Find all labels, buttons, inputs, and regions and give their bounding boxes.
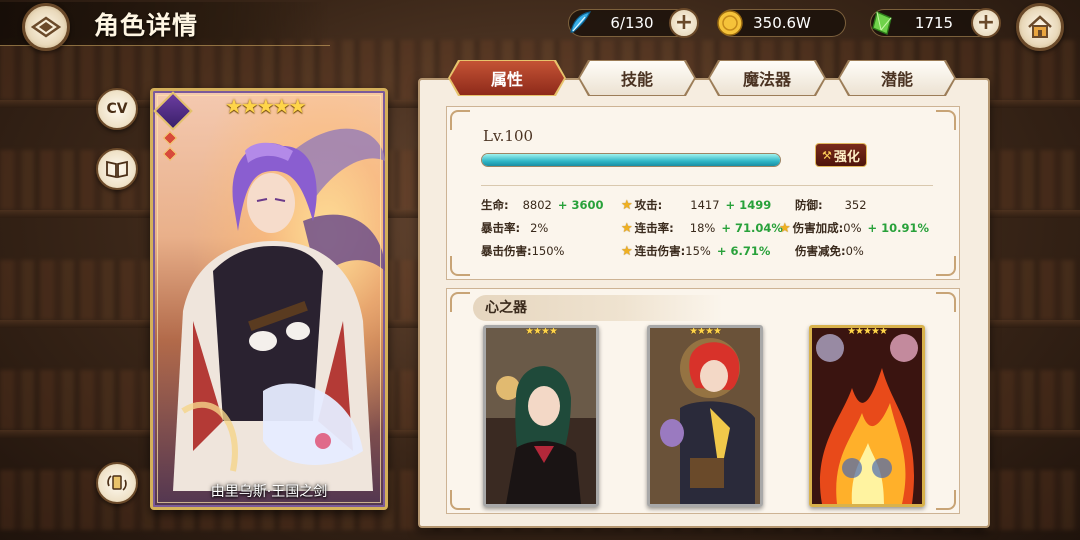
heart-card-stars: ★★★★★ [847,326,888,337]
cv-voice-button[interactable]: CV [96,88,138,130]
heart-card-stars: ★★★★ [689,326,722,337]
profile-book-button[interactable] [96,148,138,190]
heart-card-1[interactable]: ★★★★ [483,325,599,507]
back-button[interactable] [22,3,70,51]
house-icon [1028,15,1052,38]
stamina-add-button[interactable]: + [669,8,699,38]
stat-defense: 防御: 352 [795,198,867,212]
stamina-counter: 6/130 + [568,8,699,38]
star-icon: ★ [621,197,633,213]
heart-card-2[interactable]: ★★★★ [647,325,763,507]
tab-attributes-frame: 属性 [448,60,566,96]
red-haired-man-card [650,328,760,504]
stat-hp: 生命: 8802 + 3600 [481,198,604,212]
tab-skills[interactable]: 技能 [580,61,694,95]
heart-vessel-title: 心之器 [473,295,723,321]
stat-crit-rate: 暴击率: 2% [481,221,549,235]
top-header: 角色详情 6/130 + 350.6W 1715 + [0,0,1080,51]
star-icon: ★ [779,220,791,236]
heart-card-stars: ★★★★ [525,326,558,337]
fire-twins-card [812,328,922,504]
hammer-icon: ⚒ [822,148,832,162]
tab-magic-items-frame: 魔法器 [708,60,826,96]
green-crystal-icon [865,6,899,40]
tab-potential[interactable]: 潜能 [840,61,954,95]
diamond-back-icon [31,16,61,38]
star-icon: ★ [621,220,633,236]
enhance-button[interactable]: ⚒ 强化 [815,143,867,167]
character-name: 由里乌斯·王国之剑 [210,484,328,500]
gold-counter: 350.6W [717,9,846,37]
exp-bar-fill [482,154,780,166]
level-label: Lv.100 [483,127,534,145]
tab-potential-frame: 潜能 [838,60,956,96]
attributes-section: Lv.100 ⚒ 强化 生命: 8802 + 3600 ★ 攻击: 1417 +… [446,106,960,280]
enhance-label: 强化 [833,149,860,165]
heart-card-3[interactable]: ★★★★★ [809,325,925,507]
blue-feather-icon [563,6,597,40]
home-button[interactable] [1016,3,1064,51]
stat-damage-reduction: 伤害减免: 0% [795,244,864,258]
gem-counter: 1715 + [870,8,1001,38]
gold-coin-icon [713,6,747,40]
stat-combo-damage: ★ 连击伤害: 15% + 6.71% [621,243,771,259]
exp-bar [481,153,781,167]
stat-damage-bonus: ★ 伤害加成: 0% + 10.91% [779,220,930,236]
heart-vessel-section: 心之器 ★★★★ ★★★★ ★★★★★ [446,288,960,514]
divider [481,185,933,186]
gem-add-button[interactable]: + [971,8,1001,38]
stat-crit-damage: 暴击伤害: 150% [481,244,565,258]
stat-attack: ★ 攻击: 1417 + 1499 [621,197,772,213]
cv-label: CV [106,101,128,117]
green-haired-woman-card [486,328,596,504]
character-card[interactable]: ★★★★★ 由里乌斯·王国之剑 [150,88,388,510]
swap-card-button[interactable] [96,462,138,504]
stat-combo-rate: ★ 连击率: 18% + 71.04% [621,220,783,236]
book-icon [106,160,128,179]
card-inner-frame [157,95,381,503]
card-gem-icons [162,130,178,165]
tab-attributes[interactable]: 属性 [450,61,564,95]
tab-skills-frame: 技能 [578,60,696,96]
swap-card-icon [107,475,127,491]
rarity-stars: ★★★★★ [225,94,307,118]
star-icon: ★ [621,243,633,259]
tab-magic-items[interactable]: 魔法器 [710,61,824,95]
page-title: 角色详情 [94,11,199,40]
